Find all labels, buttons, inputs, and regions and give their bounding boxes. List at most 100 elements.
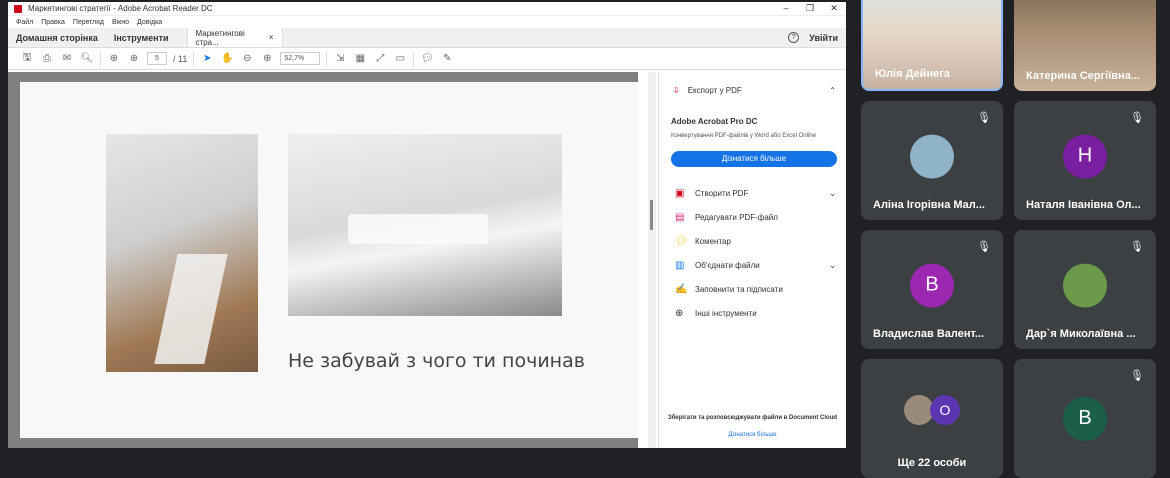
tool-label: Інші інструменти <box>695 308 757 318</box>
mail-icon[interactable]: ✉ <box>60 52 74 66</box>
menu-edit[interactable]: Правка <box>41 19 65 26</box>
plus-circle-icon: ⊕ <box>675 307 684 319</box>
participant-tile[interactable]: 🎙︎ В <box>1014 359 1156 478</box>
scroll-mode-icon[interactable]: ▦ <box>353 52 367 66</box>
export-pdf-header[interactable]: ⇩ Експорт у PDF ⌃ <box>659 72 846 95</box>
acrobat-app-icon <box>14 4 22 13</box>
chevron-down-icon[interactable]: ⌄ <box>829 189 836 198</box>
tab-tools[interactable]: Інструменти <box>106 28 177 47</box>
pdf-page: Не забувай з чого ти починав <box>20 82 638 438</box>
pen-icon[interactable]: ✎ <box>440 52 454 66</box>
avatar: В <box>1063 396 1107 441</box>
edit-pdf-icon: ▤ <box>675 211 685 223</box>
document-cloud-link[interactable]: Дізнатися більше <box>659 432 846 438</box>
participant-tile[interactable]: 🎙︎ Аліна Ігорівна Мал... <box>861 101 1003 220</box>
participant-tile[interactable]: 🎙︎ Н Наталя Іванівна Ол... <box>1014 101 1156 220</box>
tools-pane: ⇩ Експорт у PDF ⌃ Adobe Acrobat Pro DC К… <box>658 72 846 448</box>
save-icon[interactable]: 🖫 <box>20 52 34 66</box>
participant-tile[interactable]: Юлія Дейнега <box>861 0 1003 91</box>
hand-tool-icon[interactable]: ✋ <box>220 52 234 66</box>
zoom-select[interactable]: 52,7% <box>280 52 321 65</box>
highlight-icon[interactable]: ▭ <box>393 52 407 66</box>
mic-off-icon: 🎙︎ <box>1130 241 1144 253</box>
participant-name: Юлія Дейнега <box>875 68 950 80</box>
acrobat-window: Маркетингові стратегії - Adobe Acrobat R… <box>8 2 846 448</box>
chevron-down-icon[interactable]: ⌄ <box>829 261 836 270</box>
avatar <box>910 134 954 179</box>
combine-files-icon: ▥ <box>675 259 685 271</box>
participant-tile[interactable]: 🎙︎ В Владислав Валент... <box>861 230 1003 349</box>
document-area[interactable]: Не забувай з чого ти починав <box>8 72 638 448</box>
mic-off-icon: 🎙︎ <box>977 112 991 124</box>
comment-icon[interactable]: 💬︎ <box>420 52 434 66</box>
menu-file[interactable]: Файл <box>16 19 33 26</box>
avatar: Н <box>1063 134 1107 179</box>
prev-page-icon[interactable]: ⊕ <box>107 52 121 66</box>
title-bar: Маркетингові стратегії - Adobe Acrobat R… <box>8 2 846 16</box>
zoom-in-icon[interactable]: ⊕ <box>260 52 274 66</box>
avatar: В <box>910 263 954 308</box>
help-icon[interactable]: ? <box>788 32 800 43</box>
participant-tile[interactable]: 🎙︎ Дар`я Миколаївна ... <box>1014 230 1156 349</box>
print-icon[interactable]: ⎙ <box>40 52 54 66</box>
tool-create-pdf[interactable]: ▣ Створити PDF ⌄ <box>659 181 846 205</box>
tool-comment[interactable]: 💬︎ Коментар <box>659 229 846 253</box>
mic-off-icon: 🎙︎ <box>977 241 991 253</box>
tool-combine-files[interactable]: ▥ Об'єднати файли ⌄ <box>659 253 846 277</box>
window-title: Маркетингові стратегії - Adobe Acrobat R… <box>28 4 213 13</box>
mic-off-icon: 🎙︎ <box>1130 370 1144 382</box>
fit-page-icon[interactable]: ⇲ <box>333 52 347 66</box>
document-cloud-text: Зберігати та розповсюджувати файли в Doc… <box>667 415 838 421</box>
participant-name: Наталя Іванівна Ол... <box>1026 199 1141 211</box>
avatar <box>1063 263 1107 308</box>
tool-label: Об'єднати файли <box>695 260 760 270</box>
tool-label: Редагувати PDF-файл <box>695 212 778 222</box>
tool-label: Створити PDF <box>695 188 749 198</box>
slide-text: Не забувай з чого ти починав <box>288 350 585 372</box>
participant-name: Дар`я Миколаївна ... <box>1026 328 1136 340</box>
zoom-out-icon[interactable]: ⊖ <box>240 52 254 66</box>
tool-more-tools[interactable]: ⊕ Інші інструменти <box>659 301 846 325</box>
scroll-thumb[interactable] <box>650 200 653 230</box>
avatar: О <box>930 395 960 425</box>
mic-off-icon: 🎙︎ <box>1130 112 1144 124</box>
participant-name: Ще 22 особи <box>897 457 967 469</box>
maximize-button[interactable]: ❐ <box>798 3 822 14</box>
tool-edit-pdf[interactable]: ▤ Редагувати PDF-файл <box>659 205 846 229</box>
slide-photo-right <box>288 134 562 316</box>
menu-help[interactable]: Довідка <box>137 19 162 26</box>
document-scrollbar[interactable] <box>648 72 656 448</box>
tools-list: ▣ Створити PDF ⌄ ▤ Редагувати PDF-файл 💬… <box>659 181 846 325</box>
fullscreen-icon[interactable]: ⤢ <box>373 52 387 66</box>
menu-window[interactable]: Вікно <box>112 19 129 26</box>
export-pdf-icon: ⇩ <box>673 86 680 95</box>
learn-more-button[interactable]: Дізнатися більше <box>671 151 837 167</box>
tab-home[interactable]: Домашня сторінка <box>8 28 106 47</box>
create-pdf-icon: ▣ <box>675 187 685 199</box>
comment-bubble-icon: 💬︎ <box>675 235 688 247</box>
page-number-input[interactable]: 5 <box>147 52 167 65</box>
slide-photo-left <box>106 134 258 372</box>
more-participants-tile[interactable]: О Ще 22 особи <box>861 359 1003 478</box>
fill-sign-icon: ✍ <box>675 283 688 295</box>
participant-name: Катерина Сергіївна... <box>1026 70 1140 82</box>
close-window-button[interactable]: ✕ <box>822 3 846 14</box>
participant-tile[interactable]: Катерина Сергіївна... <box>1014 0 1156 91</box>
tab-document[interactable]: Маркетингові стра... × <box>186 28 283 47</box>
chevron-up-icon[interactable]: ⌃ <box>829 86 836 95</box>
page-total: / 11 <box>173 53 188 64</box>
menu-view[interactable]: Перегляд <box>73 19 104 26</box>
tool-label: Заповнити та підписати <box>695 284 783 294</box>
next-page-icon[interactable]: ⊕ <box>127 52 141 66</box>
tab-close-icon[interactable]: × <box>269 33 274 42</box>
participant-name: Аліна Ігорівна Мал... <box>873 199 985 211</box>
tool-label: Коментар <box>695 236 731 246</box>
tab-document-label: Маркетингові стра... <box>195 28 245 47</box>
main-toolbar: 🖫 ⎙ ✉ 🔍︎ ⊕ ⊕ 5 / 11 ➤ ✋ ⊖ ⊕ 52,7% ⇲ ▦ ⤢ … <box>8 48 846 70</box>
signin-button[interactable]: Увійти <box>809 33 838 43</box>
select-cursor-icon[interactable]: ➤ <box>200 52 214 66</box>
tabs-bar: Домашня сторінка Інструменти Маркетингов… <box>8 28 846 48</box>
minimize-button[interactable]: – <box>774 3 798 14</box>
search-icon[interactable]: 🔍︎ <box>80 52 94 66</box>
tool-fill-sign[interactable]: ✍ Заповнити та підписати <box>659 277 846 301</box>
